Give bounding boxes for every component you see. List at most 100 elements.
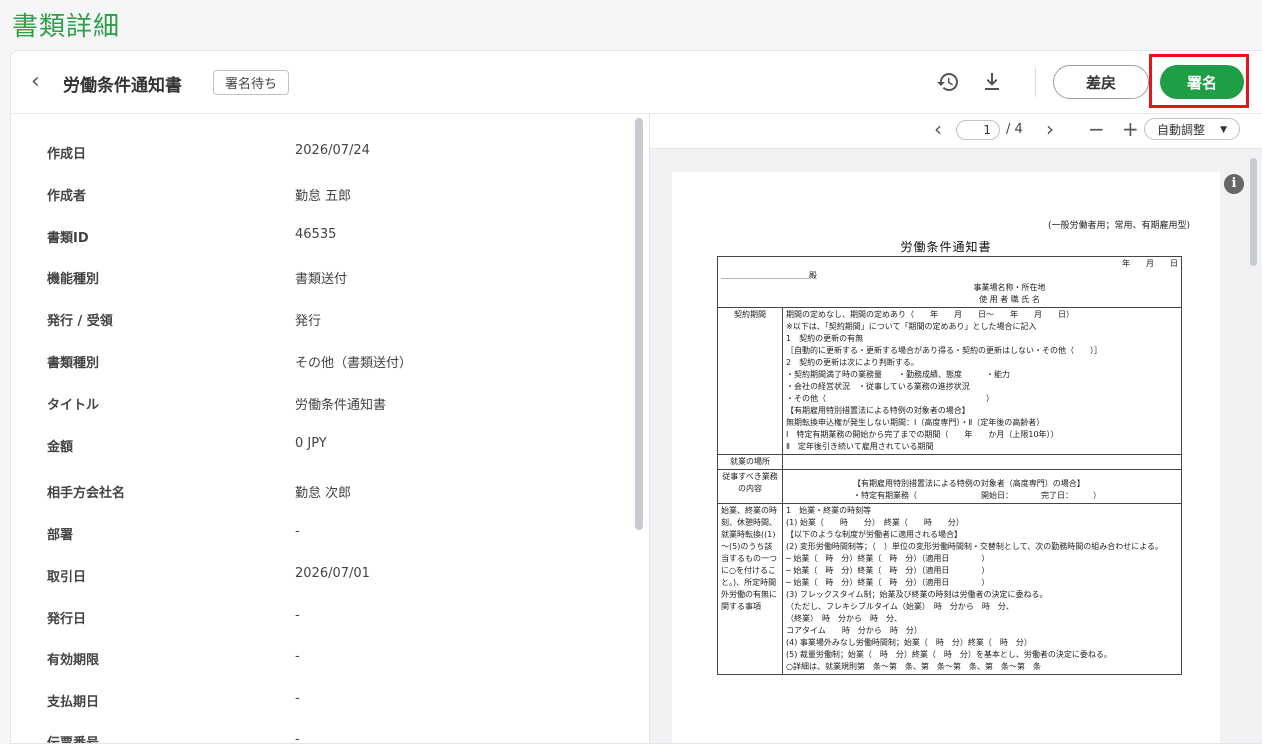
detail-row: 部署 - [11, 524, 631, 548]
detail-value: 勤怠 次郎 [295, 486, 352, 501]
doc-header-cell: 年 月 日 ＿＿＿＿＿＿＿＿＿＿＿殿 事業場名称・所在地 使 用 者 職 氏 名 [717, 256, 1182, 308]
info-icon[interactable]: i [1224, 174, 1244, 194]
detail-row: 作成日 2026/07/24 [11, 143, 631, 167]
doc-line: 1 始業・終業の時刻等 [786, 506, 872, 515]
doc-line: ─ 始業（ 時 分）終業（ 時 分）（適用日 ） [786, 554, 990, 563]
detail-row: 作成者 勤怠 五郎 [11, 185, 631, 209]
zoom-select-label: 自動調整 [1157, 123, 1206, 137]
header-separator [1035, 67, 1036, 97]
history-icon[interactable] [933, 67, 963, 97]
doc-line: ・契約期間満了時の業務量 ・勤務成績、態度 ・能力 [786, 370, 1010, 379]
contract-cell: 期間の定めなし、期間の定めあり（ 年 月 日～ 年 月 日） ※以下は、「契約期間… [782, 307, 1182, 455]
zoom-select[interactable]: 自動調整 ▼ [1144, 118, 1240, 140]
detail-value: 2026/07/24 [295, 143, 370, 158]
detail-key: 作成日 [47, 147, 87, 162]
page-number-input[interactable]: 1 [956, 120, 1000, 140]
page-title: 書類詳細 [12, 12, 121, 42]
detail-key: タイトル [47, 398, 100, 413]
next-page-icon[interactable]: › [1046, 117, 1054, 141]
zoom-in-icon[interactable]: + [1122, 117, 1139, 141]
duties-cell: 【有期雇用特別措置法による特例の対象者（高度専門）の場合】・特定有期業務（ 開始… [782, 469, 1182, 504]
duties-label: 従事すべき業務の内容 [717, 469, 783, 504]
detail-value: 0 JPY [295, 436, 327, 451]
detail-value: - [295, 691, 300, 706]
document-detail-card: ‹ 労働条件通知書 署名待ち 差戻 署名 作成日 2026/07/24 作成者 勤怠 … [10, 50, 1262, 744]
doc-line: (5) 裁量労働制；始業（ 時 分）終業（ 時 分）を基本とし、労働者の決定に委… [786, 650, 1112, 659]
detail-row: 金額 0 JPY [11, 436, 631, 460]
detail-key: 伝票番号 [47, 732, 99, 743]
detail-value: - [295, 524, 300, 539]
doc-line: （ただし、フレキシブルタイム（始業） 時 分から 時 分、 [786, 602, 1014, 611]
return-button[interactable]: 差戻 [1053, 65, 1149, 99]
detail-key: 支払期日 [47, 695, 100, 710]
prev-page-icon[interactable]: ‹ [934, 117, 942, 141]
detail-value: 書類送付 [295, 272, 348, 287]
page-total: / 4 [1006, 122, 1023, 137]
detail-value: 発行 [295, 314, 322, 329]
contract-label: 契約期間 [717, 307, 783, 455]
detail-key: 相手方会社名 [47, 486, 126, 501]
doc-line: 【有期雇用特別措置法による特例の対象者（高度専門）の場合】 [853, 479, 1085, 488]
download-icon[interactable] [977, 67, 1007, 97]
doc-line: 期間の定めなし、期間の定めあり（ 年 月 日～ 年 月 日） [786, 310, 1074, 319]
detail-key: 取引日 [47, 570, 87, 585]
doc-line: (4) 事業場外みなし労働時間制；始業（ 時 分）終業（ 時 分） [786, 638, 1032, 647]
detail-row: 取引日 2026/07/01 [11, 566, 631, 590]
pdf-page: (一般労働者用；常用、有期雇用型) 労働条件通知書 年 月 日 ＿＿＿＿＿＿＿＿… [672, 172, 1220, 743]
doc-line: 2 契約の更新は次により判断する。 [786, 358, 919, 367]
detail-row: 発行日 - [11, 608, 631, 632]
doc-employer-2: 使 用 者 職 氏 名 [979, 295, 1040, 304]
zoom-out-icon[interactable]: − [1088, 117, 1105, 141]
doc-line: ・その他（ ） [786, 394, 994, 403]
doc-line: 1 契約の更新の有無 [786, 334, 864, 343]
detail-row: 相手方会社名 勤怠 次郎 [11, 482, 631, 506]
detail-value: 勤怠 五郎 [295, 189, 352, 204]
doc-line: (1) 始業（ 時 分） 終業（ 時 分） [786, 518, 964, 527]
doc-line: 無期転換申込権が発生しない期間：Ⅰ（高度専門）・Ⅱ（定年後の高齢者） [786, 418, 1045, 427]
workplace-cell [782, 454, 1182, 470]
detail-key: 書類種別 [47, 356, 100, 371]
details-panel[interactable]: 作成日 2026/07/24 作成者 勤怠 五郎 書類ID 46535 機能種別 書類送付 発行… [11, 114, 649, 743]
detail-value: 2026/07/01 [295, 566, 370, 581]
details-scrollbar[interactable] [635, 118, 643, 530]
detail-row: 伝票番号 - [11, 732, 631, 743]
detail-row: 支払期日 - [11, 691, 631, 715]
detail-value: - [295, 608, 300, 623]
status-badge: 署名待ち [213, 70, 290, 95]
detail-row: 有効期限 - [11, 649, 631, 673]
doc-line: Ⅱ 定年後引き続いて雇用されている期間 [786, 442, 934, 451]
detail-key: 部署 [47, 528, 74, 543]
doc-line: ─ 始業（ 時 分）終業（ 時 分）（適用日 ） [786, 578, 990, 587]
detail-key: 金額 [47, 440, 74, 455]
detail-row: 機能種別 書類送付 [11, 268, 631, 292]
doc-line: 【以下のような制度が労働者に適用される場合】 [786, 530, 962, 539]
viewer-toolbar: ‹ 1 / 4 › − + 自動調整 ▼ [650, 114, 1262, 149]
doc-line: (3) フレックスタイム制；始業及び終業の時刻は労働者の決定に委ねる。 [786, 590, 1048, 599]
hours-cell: 1 始業・終業の時刻等 (1) 始業（ 時 分） 終業（ 時 分） 【以下のような制… [782, 503, 1182, 675]
doc-addressee: ＿＿＿＿＿＿＿＿＿＿＿殿 [721, 271, 817, 280]
detail-row: 書類ID 46535 [11, 227, 631, 251]
doc-employer-1: 事業場名称・所在地 [973, 283, 1046, 292]
doc-line: Ⅰ 特定有期業務の開始から完了までの期間（ 年 か月（上限10年）） [786, 430, 1059, 439]
detail-row: 書類種別 その他（書類送付） [11, 352, 631, 376]
viewer-scrollbar[interactable] [1250, 158, 1257, 266]
doc-line: ※以下は、「契約期間」について「期間の定めあり」とした場合に記入 [786, 322, 1037, 331]
doc-line: 【有期雇用特別措置法による特例の対象者の場合】 [786, 406, 970, 415]
doc-type-note: (一般労働者用；常用、有期雇用型) [1047, 221, 1190, 231]
doc-table: 年 月 日 ＿＿＿＿＿＿＿＿＿＿＿殿 事業場名称・所在地 使 用 者 職 氏 名… [717, 256, 1182, 675]
detail-header: ‹ 労働条件通知書 署名待ち 差戻 署名 [11, 51, 1262, 114]
document-title: 労働条件通知書 [63, 76, 182, 96]
back-chevron-icon[interactable]: ‹ [31, 69, 40, 94]
pdf-viewer: ‹ 1 / 4 › − + 自動調整 ▼ (一般労働者用；常用、有期雇用型) 労働… [650, 114, 1262, 743]
doc-line: ・特定有期業務（ 開始日： 完了日： ） [853, 491, 1101, 500]
detail-key: 作成者 [47, 189, 87, 204]
doc-date-line: 年 月 日 [1122, 259, 1178, 268]
sign-button[interactable]: 署名 [1160, 65, 1244, 99]
doc-line: ─ 始業（ 時 分）終業（ 時 分）（適用日 ） [786, 566, 990, 575]
sign-button-highlight: 署名 [1149, 54, 1249, 108]
doc-line: (2) 変形労働時間制等；（ ）単位の変形労働時間制・交替制として、次の勤務時間… [786, 542, 1163, 551]
doc-heading: 労働条件通知書 [900, 240, 992, 254]
detail-key: 発行日 [47, 612, 87, 627]
detail-row: 発行 / 受領 発行 [11, 310, 631, 334]
detail-value: - [295, 732, 300, 743]
